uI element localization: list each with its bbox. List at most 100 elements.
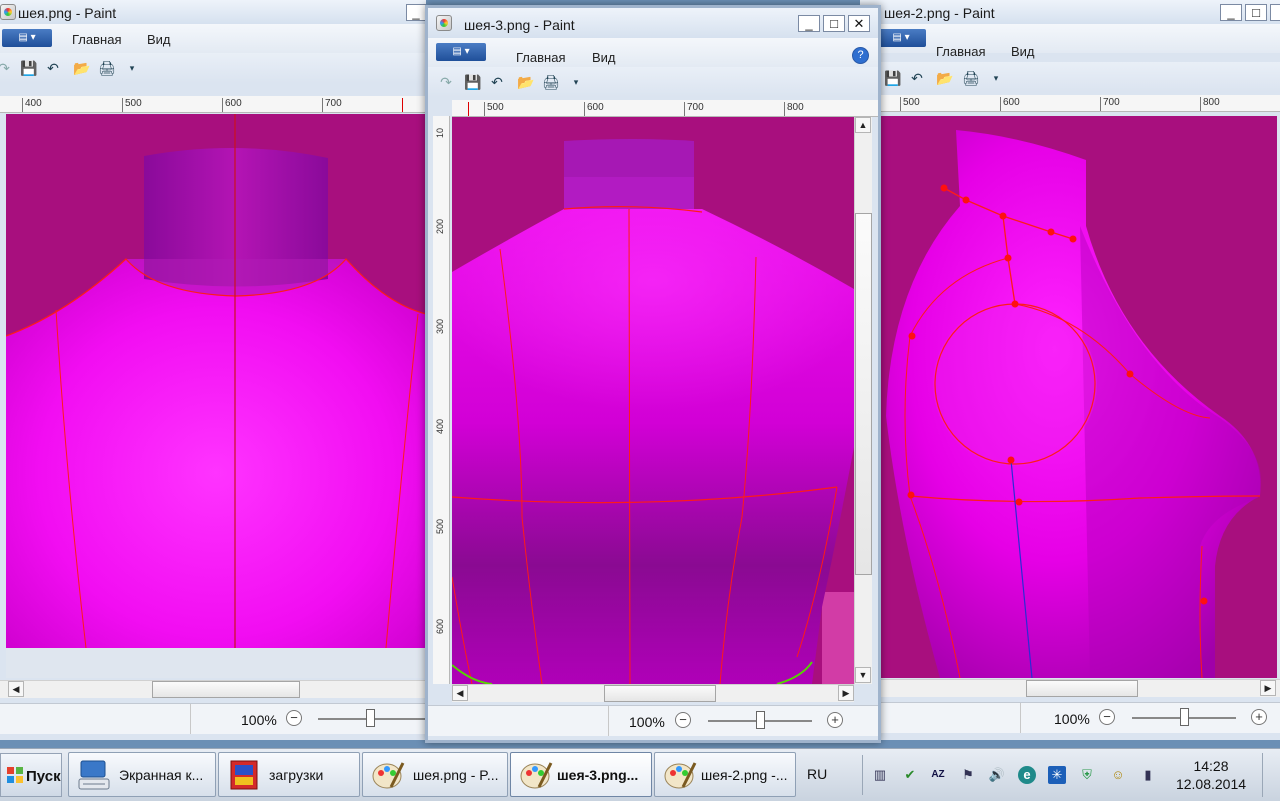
save-icon[interactable]: 💾 bbox=[464, 74, 481, 90]
scroll-thumb[interactable] bbox=[1026, 680, 1138, 697]
clock-time: 14:28 bbox=[1193, 758, 1229, 774]
open-icon[interactable]: 📂 bbox=[73, 60, 90, 76]
maximize-button[interactable]: □ bbox=[1245, 4, 1267, 21]
image-canvas[interactable] bbox=[6, 114, 426, 648]
taskbar-item-sheya-2-png[interactable]: шея-2.png -... bbox=[654, 752, 796, 797]
ruler-label: 200 bbox=[435, 218, 445, 234]
redo-icon[interactable]: ↷ bbox=[0, 60, 12, 76]
scroll-up-arrow[interactable]: ▲ bbox=[855, 117, 871, 133]
scroll-left-arrow[interactable]: ◀ bbox=[452, 685, 468, 701]
taskbar-item-downloads[interactable]: загрузки bbox=[218, 752, 360, 797]
clock[interactable]: 14:28 12.08.2014 bbox=[1174, 757, 1248, 793]
scroll-right-arrow[interactable]: ▶ bbox=[1260, 680, 1276, 696]
minimize-button[interactable]: _ bbox=[406, 4, 426, 21]
taskbar-item-screen-keyboard[interactable]: Экранная к... bbox=[68, 752, 216, 797]
minimize-button[interactable]: _ bbox=[1220, 4, 1242, 21]
title-bar[interactable]: шея-3.png - Paint _ □ ✕ bbox=[428, 8, 878, 38]
scroll-left-arrow[interactable]: ◀ bbox=[8, 681, 24, 697]
help-icon[interactable]: ? bbox=[852, 47, 869, 64]
image-canvas[interactable] bbox=[452, 117, 854, 684]
show-desktop-button[interactable] bbox=[1262, 753, 1279, 797]
file-menu-button[interactable]: ▤ ▾ bbox=[2, 29, 52, 47]
file-menu-button[interactable]: ▤ ▾ bbox=[436, 43, 486, 61]
print-icon[interactable]: 🖨 bbox=[962, 70, 980, 86]
paint-app-icon[interactable] bbox=[0, 4, 16, 20]
zoom-slider-thumb[interactable] bbox=[1180, 708, 1189, 726]
status-bar: 100% − + bbox=[860, 702, 1280, 733]
snowflake-icon[interactable]: ✳ bbox=[1048, 766, 1066, 784]
people-icon[interactable]: ☺ bbox=[1109, 766, 1127, 784]
close-button[interactable]: ✕ bbox=[848, 15, 870, 32]
security-shield-icon[interactable]: ⛨ bbox=[1078, 766, 1096, 784]
zoom-in-button[interactable]: + bbox=[1251, 709, 1267, 725]
ruler-label: 500 bbox=[487, 102, 504, 113]
paint-window-left: шея.png - Paint _ ▤ ▾ Главная Вид ↷ 💾 ↶ … bbox=[0, 0, 426, 740]
close-button[interactable] bbox=[1270, 4, 1280, 21]
customize-toolbar-icon[interactable]: ▾ bbox=[124, 60, 140, 76]
scroll-thumb[interactable] bbox=[604, 685, 716, 702]
dictionary-icon[interactable]: AZ bbox=[929, 766, 947, 784]
ruler-label: 700 bbox=[325, 98, 342, 109]
eset-icon[interactable]: e bbox=[1018, 766, 1036, 784]
taskbar-item-sheya-png[interactable]: шея.png - P... bbox=[362, 752, 508, 797]
image-canvas[interactable] bbox=[880, 116, 1277, 678]
keyboard-icon bbox=[78, 760, 110, 790]
redo-icon[interactable]: ↷ bbox=[438, 74, 454, 90]
flag-icon[interactable]: ⚑ bbox=[959, 766, 977, 784]
zoom-out-button[interactable]: − bbox=[1099, 709, 1115, 725]
paint-icon bbox=[520, 762, 553, 789]
zoom-slider-thumb[interactable] bbox=[756, 711, 765, 729]
signal-icon[interactable]: ▮ bbox=[1139, 766, 1157, 784]
maximize-button[interactable]: □ bbox=[823, 15, 845, 32]
customize-toolbar-icon[interactable]: ▾ bbox=[988, 70, 1004, 86]
tab-home[interactable]: Главная bbox=[516, 50, 565, 65]
paint-window-center: шея-3.png - Paint _ □ ✕ ▤ ▾ Главная Вид … bbox=[425, 5, 881, 743]
taskbar-item-sheya-3-png[interactable]: шея-3.png... bbox=[510, 752, 652, 797]
undo-icon[interactable]: ↶ bbox=[45, 60, 61, 76]
save-icon[interactable]: 💾 bbox=[884, 70, 901, 86]
scroll-down-arrow[interactable]: ▼ bbox=[855, 667, 871, 683]
vertical-scrollbar[interactable]: ▲ ▼ bbox=[854, 117, 872, 684]
network-icon[interactable]: ✔ bbox=[901, 766, 919, 784]
ruler-label: 400 bbox=[435, 418, 445, 434]
paint-app-icon[interactable] bbox=[436, 15, 452, 31]
ruler-label: 800 bbox=[1203, 97, 1220, 108]
zoom-slider-thumb[interactable] bbox=[366, 709, 375, 727]
tab-view[interactable]: Вид bbox=[1011, 44, 1035, 59]
language-indicator[interactable]: RU bbox=[807, 766, 827, 782]
tab-home[interactable]: Главная bbox=[936, 44, 985, 59]
ribbon-tabs: ▤ ▾ Главная Вид ? bbox=[428, 38, 878, 67]
zoom-out-button[interactable]: − bbox=[286, 710, 302, 726]
start-button[interactable]: Пуск bbox=[0, 753, 62, 797]
undo-icon[interactable]: ↶ bbox=[489, 74, 505, 90]
undo-icon[interactable]: ↶ bbox=[909, 70, 925, 86]
horizontal-scrollbar[interactable]: ◀ ▶ bbox=[452, 684, 854, 702]
ruler-label: 10 bbox=[435, 127, 445, 138]
title-bar[interactable]: шея-2.png - Paint _ □ bbox=[860, 0, 1280, 24]
customize-toolbar-icon[interactable]: ▾ bbox=[568, 74, 584, 90]
minimize-button[interactable]: _ bbox=[798, 15, 820, 32]
zoom-out-button[interactable]: − bbox=[675, 712, 691, 728]
volume-icon[interactable]: 🔊 bbox=[988, 766, 1006, 784]
file-menu-button[interactable]: ▤ ▾ bbox=[876, 29, 926, 47]
open-icon[interactable]: 📂 bbox=[517, 74, 534, 90]
ruler-label: 300 bbox=[435, 318, 445, 334]
print-icon[interactable]: 🖨 bbox=[98, 60, 116, 76]
horizontal-scrollbar[interactable]: ▶ bbox=[860, 679, 1280, 697]
tab-view[interactable]: Вид bbox=[592, 50, 616, 65]
scroll-thumb[interactable] bbox=[855, 213, 872, 575]
tab-home[interactable]: Главная bbox=[72, 32, 121, 47]
open-icon[interactable]: 📂 bbox=[936, 70, 953, 86]
zoom-in-button[interactable]: + bbox=[827, 712, 843, 728]
ruler-label: 500 bbox=[435, 518, 445, 534]
tab-view[interactable]: Вид bbox=[147, 32, 171, 47]
print-icon[interactable]: 🖨 bbox=[542, 74, 560, 90]
scroll-right-arrow[interactable]: ▶ bbox=[838, 685, 854, 701]
title-bar[interactable]: шея.png - Paint _ bbox=[0, 0, 426, 24]
paint-icon bbox=[372, 762, 405, 789]
action-center-icon[interactable]: ▥ bbox=[871, 766, 889, 784]
save-icon[interactable]: 💾 bbox=[20, 60, 37, 76]
scroll-thumb[interactable] bbox=[152, 681, 300, 698]
ruler-label: 700 bbox=[1103, 97, 1120, 108]
horizontal-scrollbar[interactable]: ◀ bbox=[0, 680, 426, 698]
